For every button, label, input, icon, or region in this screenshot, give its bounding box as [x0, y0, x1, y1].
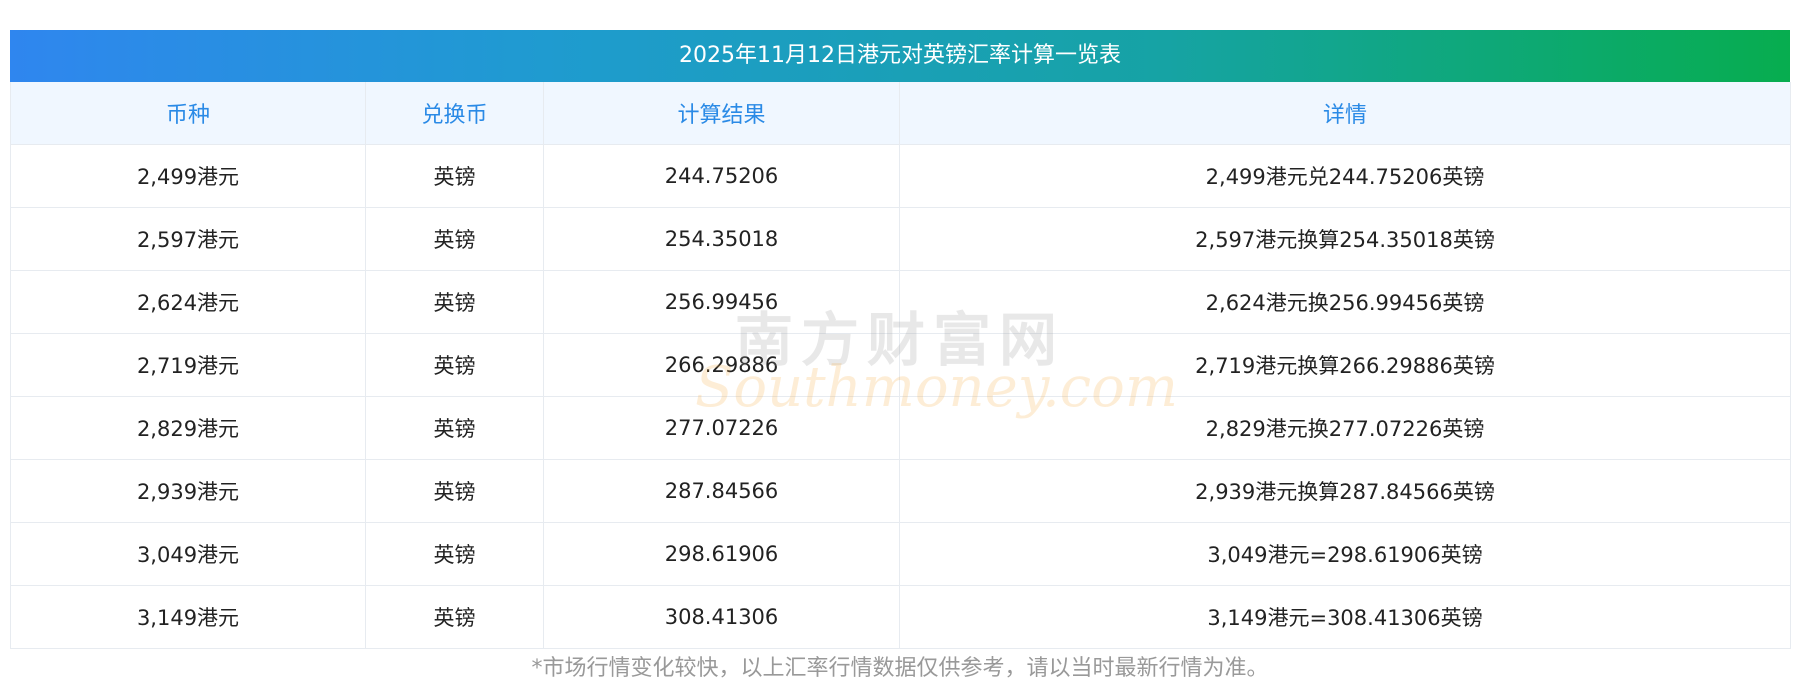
cell-target: 英镑 [365, 396, 544, 460]
cell-result: 308.41306 [543, 585, 900, 649]
cell-target: 英镑 [365, 207, 544, 271]
cell-target: 英镑 [365, 144, 544, 208]
cell-target: 英镑 [365, 333, 544, 397]
cell-result: 298.61906 [543, 522, 900, 586]
cell-result: 277.07226 [543, 396, 900, 460]
cell-result: 254.35018 [543, 207, 900, 271]
cell-detail: 3,149港元=308.41306英镑 [899, 585, 1791, 649]
cell-result: 287.84566 [543, 459, 900, 523]
cell-detail: 2,624港元换256.99456英镑 [899, 270, 1791, 334]
cell-currency: 3,149港元 [10, 585, 366, 649]
cell-detail: 3,049港元=298.61906英镑 [899, 522, 1791, 586]
cell-currency: 2,939港元 [10, 459, 366, 523]
cell-currency: 2,624港元 [10, 270, 366, 334]
cell-currency: 3,049港元 [10, 522, 366, 586]
cell-detail: 2,829港元换277.07226英镑 [899, 396, 1791, 460]
cell-result: 256.99456 [543, 270, 900, 334]
table-header-row: 币种 兑换币 计算结果 详情 [10, 82, 1791, 145]
rate-table-container: 2025年11月12日港元对英镑汇率计算一览表 币种 兑换币 计算结果 详情 2… [10, 30, 1791, 649]
cell-currency: 2,829港元 [10, 396, 366, 460]
table-row: 3,149港元 英镑 308.41306 3,149港元=308.41306英镑 [10, 585, 1791, 649]
table-row: 2,624港元 英镑 256.99456 2,624港元换256.99456英镑 [10, 270, 1791, 334]
cell-target: 英镑 [365, 270, 544, 334]
header-detail: 详情 [899, 82, 1791, 145]
table-row: 2,597港元 英镑 254.35018 2,597港元换算254.35018英… [10, 207, 1791, 271]
cell-currency: 2,719港元 [10, 333, 366, 397]
cell-detail: 2,719港元换算266.29886英镑 [899, 333, 1791, 397]
header-target-currency: 兑换币 [365, 82, 544, 145]
table-row: 3,049港元 英镑 298.61906 3,049港元=298.61906英镑 [10, 522, 1791, 586]
cell-target: 英镑 [365, 585, 544, 649]
header-result: 计算结果 [543, 82, 900, 145]
cell-currency: 2,499港元 [10, 144, 366, 208]
table-title: 2025年11月12日港元对英镑汇率计算一览表 [10, 30, 1790, 82]
cell-currency: 2,597港元 [10, 207, 366, 271]
disclaimer-footnote: *市场行情变化较快，以上汇率行情数据仅供参考，请以当时最新行情为准。 [531, 656, 1269, 681]
rate-table: 币种 兑换币 计算结果 详情 2,499港元 英镑 244.75206 2,49… [10, 82, 1791, 649]
cell-detail: 2,597港元换算254.35018英镑 [899, 207, 1791, 271]
cell-result: 266.29886 [543, 333, 900, 397]
table-row: 2,829港元 英镑 277.07226 2,829港元换277.07226英镑 [10, 396, 1791, 460]
header-currency: 币种 [10, 82, 366, 145]
cell-result: 244.75206 [543, 144, 900, 208]
cell-detail: 2,499港元兑244.75206英镑 [899, 144, 1791, 208]
table-row: 2,939港元 英镑 287.84566 2,939港元换算287.84566英… [10, 459, 1791, 523]
cell-detail: 2,939港元换算287.84566英镑 [899, 459, 1791, 523]
table-row: 2,499港元 英镑 244.75206 2,499港元兑244.75206英镑 [10, 144, 1791, 208]
table-row: 2,719港元 英镑 266.29886 2,719港元换算266.29886英… [10, 333, 1791, 397]
cell-target: 英镑 [365, 522, 544, 586]
cell-target: 英镑 [365, 459, 544, 523]
